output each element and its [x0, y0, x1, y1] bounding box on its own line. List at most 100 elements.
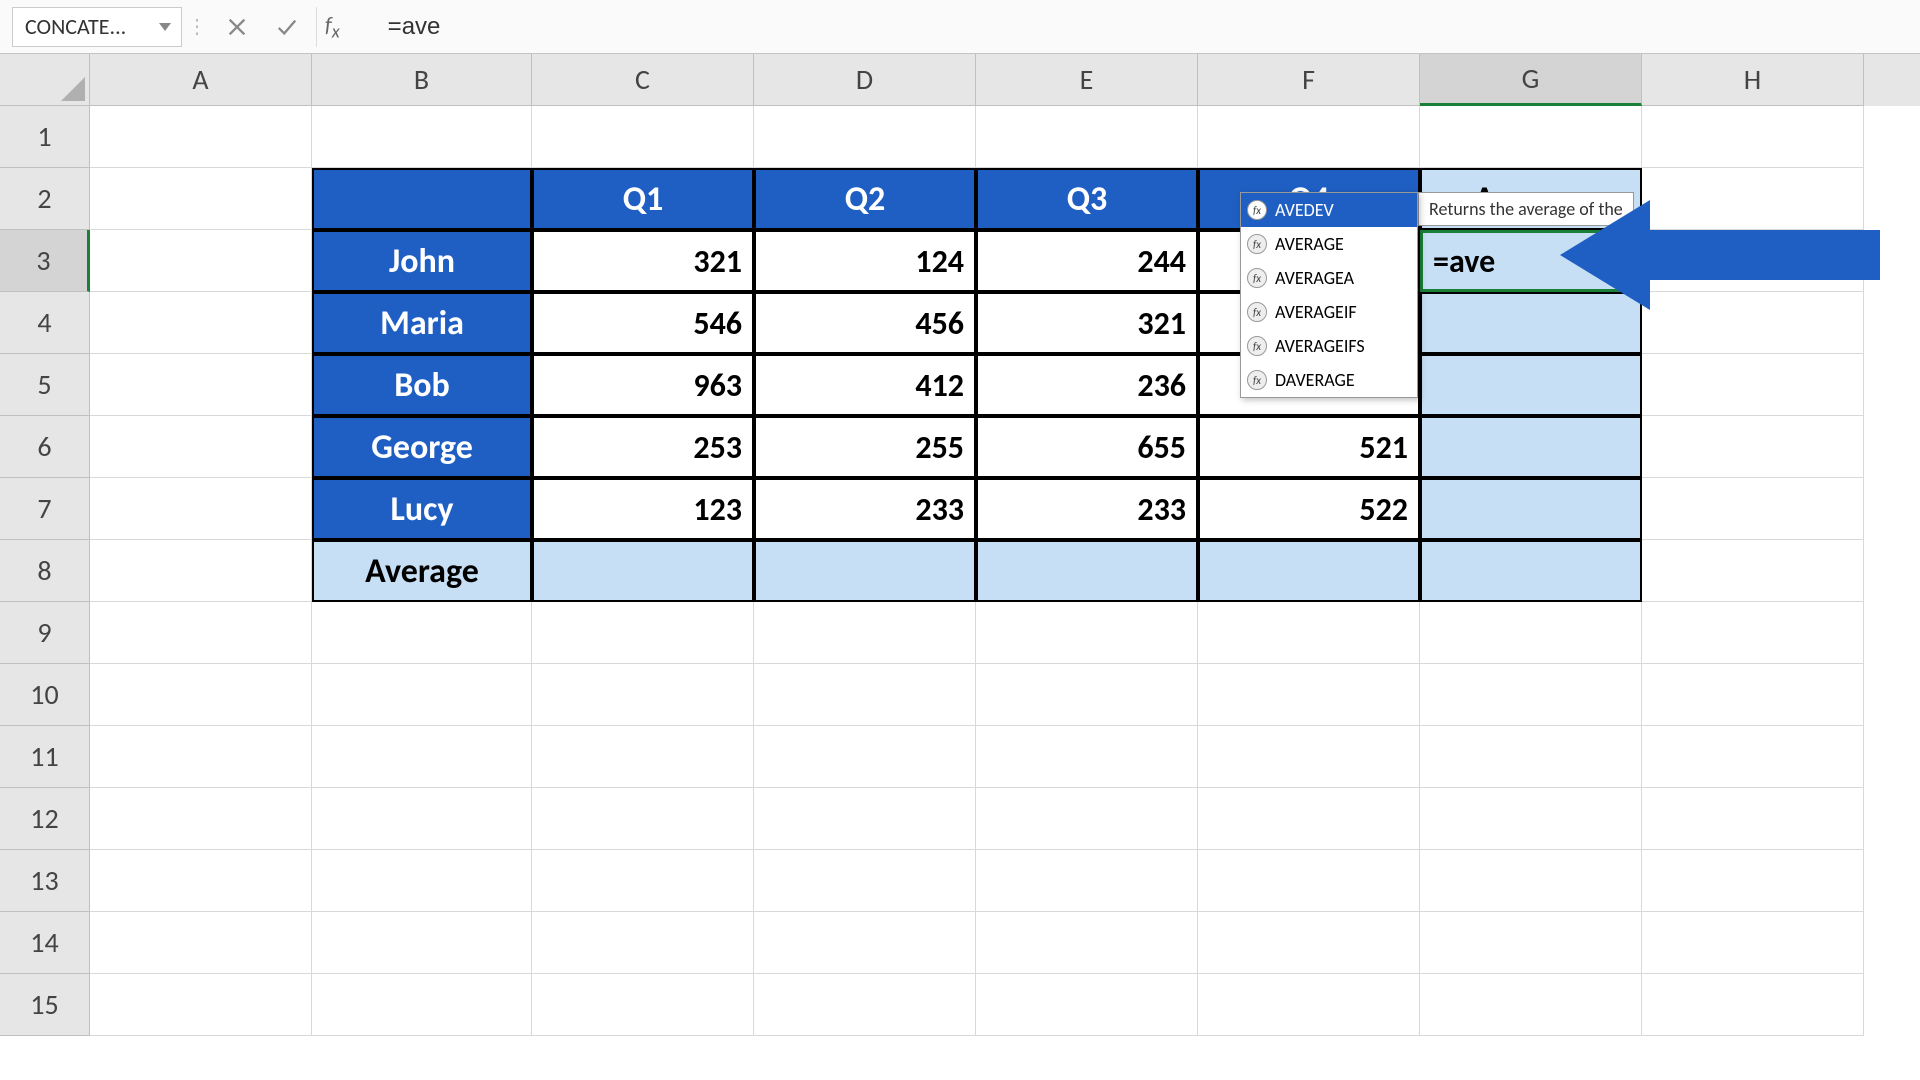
- cell-A6[interactable]: [90, 416, 312, 478]
- cell-C2[interactable]: Q1: [532, 168, 754, 230]
- row-header-10[interactable]: 10: [0, 664, 90, 726]
- cell-B7[interactable]: Lucy: [312, 478, 532, 540]
- cell-H1[interactable]: [1642, 106, 1864, 168]
- cell-D4[interactable]: 456: [754, 292, 976, 354]
- cell-E14[interactable]: [976, 912, 1198, 974]
- cell-G8[interactable]: [1420, 540, 1642, 602]
- col-header-C[interactable]: C: [532, 54, 754, 106]
- col-header-E[interactable]: E: [976, 54, 1198, 106]
- cell-C3[interactable]: 321: [532, 230, 754, 292]
- cell-H13[interactable]: [1642, 850, 1864, 912]
- cell-B11[interactable]: [312, 726, 532, 788]
- cell-F1[interactable]: [1198, 106, 1420, 168]
- cell-B15[interactable]: [312, 974, 532, 1036]
- cell-A14[interactable]: [90, 912, 312, 974]
- cell-H5[interactable]: [1642, 354, 1864, 416]
- cell-D15[interactable]: [754, 974, 976, 1036]
- cell-G5[interactable]: [1420, 354, 1642, 416]
- autocomplete-item-avedev[interactable]: fx AVEDEV: [1241, 193, 1417, 227]
- cell-B12[interactable]: [312, 788, 532, 850]
- cell-E13[interactable]: [976, 850, 1198, 912]
- cell-D3[interactable]: 124: [754, 230, 976, 292]
- col-header-B[interactable]: B: [312, 54, 532, 106]
- cell-D6[interactable]: 255: [754, 416, 976, 478]
- row-header-7[interactable]: 7: [0, 478, 90, 540]
- cell-E3[interactable]: 244: [976, 230, 1198, 292]
- col-header-A[interactable]: A: [90, 54, 312, 106]
- cancel-button[interactable]: [212, 7, 262, 47]
- row-header-14[interactable]: 14: [0, 912, 90, 974]
- cell-A1[interactable]: [90, 106, 312, 168]
- cell-F15[interactable]: [1198, 974, 1420, 1036]
- cell-F13[interactable]: [1198, 850, 1420, 912]
- enter-button[interactable]: [262, 7, 312, 47]
- cell-C7[interactable]: 123: [532, 478, 754, 540]
- cell-D7[interactable]: 233: [754, 478, 976, 540]
- cell-G10[interactable]: [1420, 664, 1642, 726]
- cell-A15[interactable]: [90, 974, 312, 1036]
- cell-B2[interactable]: [312, 168, 532, 230]
- cell-B4[interactable]: Maria: [312, 292, 532, 354]
- cell-D13[interactable]: [754, 850, 976, 912]
- row-header-9[interactable]: 9: [0, 602, 90, 664]
- col-header-F[interactable]: F: [1198, 54, 1420, 106]
- cell-C12[interactable]: [532, 788, 754, 850]
- row-header-2[interactable]: 2: [0, 168, 90, 230]
- cell-E12[interactable]: [976, 788, 1198, 850]
- cell-C15[interactable]: [532, 974, 754, 1036]
- cell-A8[interactable]: [90, 540, 312, 602]
- cell-D14[interactable]: [754, 912, 976, 974]
- cell-B9[interactable]: [312, 602, 532, 664]
- cell-B8[interactable]: Average: [312, 540, 532, 602]
- col-header-H[interactable]: H: [1642, 54, 1864, 106]
- cell-G15[interactable]: [1420, 974, 1642, 1036]
- cell-A10[interactable]: [90, 664, 312, 726]
- cell-F7[interactable]: 522: [1198, 478, 1420, 540]
- name-box[interactable]: CONCATE...: [12, 7, 182, 47]
- cell-B3[interactable]: John: [312, 230, 532, 292]
- cell-G7[interactable]: [1420, 478, 1642, 540]
- col-header-G[interactable]: G: [1420, 54, 1642, 106]
- cell-E6[interactable]: 655: [976, 416, 1198, 478]
- cell-E1[interactable]: [976, 106, 1198, 168]
- cell-A4[interactable]: [90, 292, 312, 354]
- cell-A5[interactable]: [90, 354, 312, 416]
- autocomplete-item-averageif[interactable]: fx AVERAGEIF: [1241, 295, 1417, 329]
- autocomplete-item-average[interactable]: fx AVERAGE: [1241, 227, 1417, 261]
- cell-G1[interactable]: [1420, 106, 1642, 168]
- cell-H6[interactable]: [1642, 416, 1864, 478]
- cell-A13[interactable]: [90, 850, 312, 912]
- cell-H7[interactable]: [1642, 478, 1864, 540]
- cell-C5[interactable]: 963: [532, 354, 754, 416]
- cell-A7[interactable]: [90, 478, 312, 540]
- fx-icon[interactable]: fx: [321, 11, 348, 42]
- row-header-6[interactable]: 6: [0, 416, 90, 478]
- cell-D5[interactable]: 412: [754, 354, 976, 416]
- col-header-D[interactable]: D: [754, 54, 976, 106]
- cell-D12[interactable]: [754, 788, 976, 850]
- cell-H15[interactable]: [1642, 974, 1864, 1036]
- cell-B1[interactable]: [312, 106, 532, 168]
- cell-C6[interactable]: 253: [532, 416, 754, 478]
- cell-D11[interactable]: [754, 726, 976, 788]
- cell-C1[interactable]: [532, 106, 754, 168]
- row-header-12[interactable]: 12: [0, 788, 90, 850]
- cell-F10[interactable]: [1198, 664, 1420, 726]
- cell-E10[interactable]: [976, 664, 1198, 726]
- cell-A11[interactable]: [90, 726, 312, 788]
- cell-G14[interactable]: [1420, 912, 1642, 974]
- cell-F8[interactable]: [1198, 540, 1420, 602]
- cell-E7[interactable]: 233: [976, 478, 1198, 540]
- select-all-triangle[interactable]: [0, 54, 90, 106]
- autocomplete-item-daverage[interactable]: fx DAVERAGE: [1241, 363, 1417, 397]
- cell-E2[interactable]: Q3: [976, 168, 1198, 230]
- cell-F6[interactable]: 521: [1198, 416, 1420, 478]
- cell-C11[interactable]: [532, 726, 754, 788]
- cell-E9[interactable]: [976, 602, 1198, 664]
- cell-C13[interactable]: [532, 850, 754, 912]
- cell-F14[interactable]: [1198, 912, 1420, 974]
- cell-D9[interactable]: [754, 602, 976, 664]
- cell-C10[interactable]: [532, 664, 754, 726]
- cell-D10[interactable]: [754, 664, 976, 726]
- cell-G6[interactable]: [1420, 416, 1642, 478]
